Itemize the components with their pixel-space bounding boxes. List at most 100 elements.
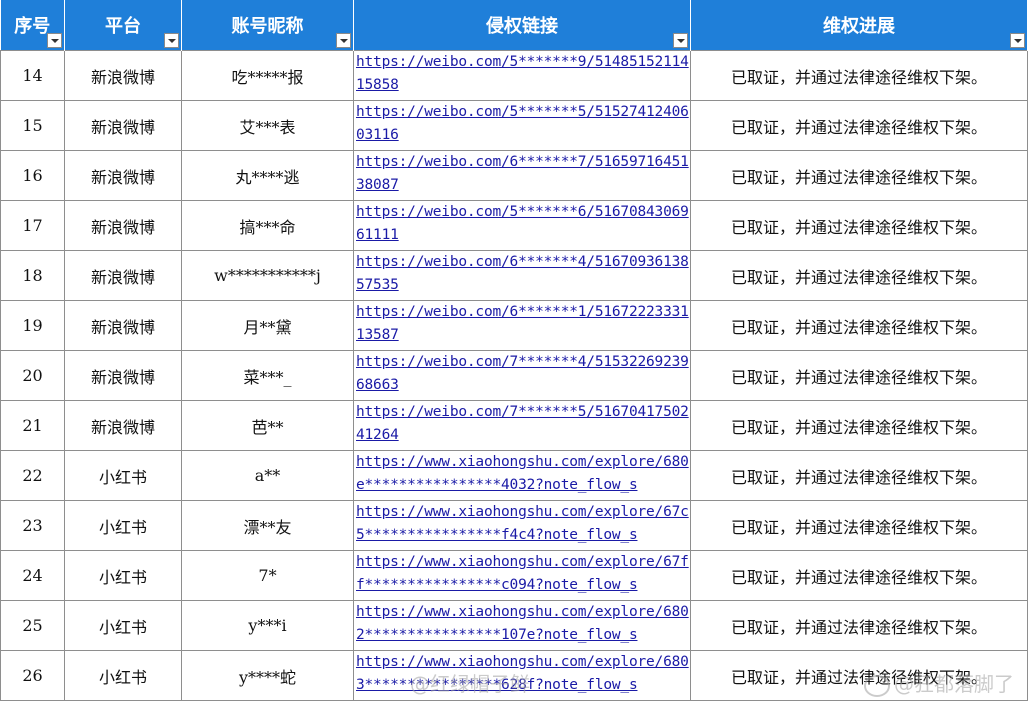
cell-platform[interactable]: 新浪微博 [64, 50, 182, 101]
infringement-table: 序号 平台 账号昵称 侵权链接 维权进展 14 新浪微博 吃*****报 https:… [0, 0, 1028, 701]
cell-status[interactable]: 已取证，并通过法律途径维权下架。 [690, 250, 1028, 301]
cell-link[interactable]: https://www.xiaohongshu.com/explore/680e… [353, 450, 691, 501]
infringement-link[interactable]: https://www.xiaohongshu.com/explore/6803… [356, 654, 689, 693]
cell-no[interactable]: 20 [0, 350, 65, 401]
filter-dropdown-icon[interactable] [1010, 33, 1025, 48]
infringement-link[interactable]: https://weibo.com/5*******6/516708430696… [356, 204, 689, 243]
cell-nickname[interactable]: 搞***命 [181, 200, 354, 251]
filter-dropdown-icon[interactable] [164, 33, 179, 48]
table-row: 25 小红书 y***i https://www.xiaohongshu.com/ex… [0, 600, 1028, 651]
cell-link[interactable]: https://www.xiaohongshu.com/explore/6803… [353, 650, 691, 701]
cell-no[interactable]: 18 [0, 250, 65, 301]
infringement-link[interactable]: https://weibo.com/7*******5/516704175024… [356, 404, 689, 443]
infringement-link[interactable]: https://www.xiaohongshu.com/explore/6802… [356, 604, 689, 643]
cell-no[interactable]: 15 [0, 100, 65, 151]
cell-link[interactable]: https://weibo.com/5*******5/515274124060… [353, 100, 691, 151]
cell-no[interactable]: 17 [0, 200, 65, 251]
cell-nickname[interactable]: 菜***_ [181, 350, 354, 401]
cell-status[interactable]: 已取证，并通过法律途径维权下架。 [690, 200, 1028, 251]
filter-dropdown-icon[interactable] [336, 33, 351, 48]
cell-nickname[interactable]: 月**黛 [181, 300, 354, 351]
header-status-label: 维权进展 [823, 16, 895, 37]
cell-no[interactable]: 21 [0, 400, 65, 451]
cell-nickname[interactable]: 艾***表 [181, 100, 354, 151]
cell-no[interactable]: 24 [0, 550, 65, 601]
cell-nickname[interactable]: 漂**友 [181, 500, 354, 551]
cell-link[interactable]: https://weibo.com/5*******9/514851521141… [353, 50, 691, 101]
cell-link[interactable]: https://weibo.com/5*******6/516708430696… [353, 200, 691, 251]
cell-nickname[interactable]: y***i [181, 600, 354, 651]
cell-link[interactable]: https://weibo.com/6*******4/516709361385… [353, 250, 691, 301]
table-row: 26 小红书 y****蛇 https://www.xiaohongshu.com/e… [0, 650, 1028, 701]
infringement-link[interactable]: https://www.xiaohongshu.com/explore/67ff… [356, 554, 689, 593]
cell-no[interactable]: 14 [0, 50, 65, 101]
header-row: 序号 平台 账号昵称 侵权链接 维权进展 [0, 0, 1028, 51]
cell-platform[interactable]: 小红书 [64, 500, 182, 551]
cell-link[interactable]: https://www.xiaohongshu.com/explore/67c5… [353, 500, 691, 551]
cell-status[interactable]: 已取证，并通过法律途径维权下架。 [690, 350, 1028, 401]
cell-no[interactable]: 22 [0, 450, 65, 501]
cell-link[interactable]: https://www.xiaohongshu.com/explore/67ff… [353, 550, 691, 601]
cell-status[interactable]: 已取证，并通过法律途径维权下架。 [690, 600, 1028, 651]
cell-platform[interactable]: 新浪微博 [64, 250, 182, 301]
cell-no[interactable]: 19 [0, 300, 65, 351]
cell-platform[interactable]: 新浪微博 [64, 300, 182, 351]
cell-platform[interactable]: 新浪微博 [64, 400, 182, 451]
table-row: 15 新浪微博 艾***表 https://weibo.com/5*******5/5… [0, 100, 1028, 151]
cell-status[interactable]: 已取证，并通过法律途径维权下架。 [690, 450, 1028, 501]
header-link-label: 侵权链接 [486, 16, 558, 37]
cell-nickname[interactable]: a** [181, 450, 354, 501]
cell-nickname[interactable]: 芭** [181, 400, 354, 451]
cell-status[interactable]: 已取证，并通过法律途径维权下架。 [690, 100, 1028, 151]
cell-status[interactable]: 已取证，并通过法律途径维权下架。 [690, 500, 1028, 551]
table-row: 22 小红书 a** https://www.xiaohongshu.com/expl… [0, 450, 1028, 501]
cell-link[interactable]: https://weibo.com/6*******7/516597164513… [353, 150, 691, 201]
infringement-link[interactable]: https://weibo.com/5*******9/514851521141… [356, 54, 689, 93]
cell-platform[interactable]: 新浪微博 [64, 100, 182, 151]
table-row: 14 新浪微博 吃*****报 https://weibo.com/5*******9… [0, 50, 1028, 101]
cell-link[interactable]: https://weibo.com/7*******5/516704175024… [353, 400, 691, 451]
cell-status[interactable]: 已取证，并通过法律途径维权下架。 [690, 150, 1028, 201]
cell-status[interactable]: 已取证，并通过法律途径维权下架。 [690, 650, 1028, 701]
cell-platform[interactable]: 新浪微博 [64, 350, 182, 401]
infringement-link[interactable]: https://weibo.com/5*******5/515274124060… [356, 104, 689, 143]
cell-status[interactable]: 已取证，并通过法律途径维权下架。 [690, 300, 1028, 351]
cell-link[interactable]: https://weibo.com/7*******4/515322692396… [353, 350, 691, 401]
infringement-link[interactable]: https://weibo.com/6*******7/516597164513… [356, 154, 689, 193]
table-row: 24 小红书 7* https://www.xiaohongshu.com/explo… [0, 550, 1028, 601]
cell-nickname[interactable]: 吃*****报 [181, 50, 354, 101]
cell-no[interactable]: 16 [0, 150, 65, 201]
table-row: 21 新浪微博 芭** https://weibo.com/7*******5/516… [0, 400, 1028, 451]
header-platform-label: 平台 [105, 16, 141, 37]
infringement-link[interactable]: https://www.xiaohongshu.com/explore/680e… [356, 454, 689, 493]
table-row: 20 新浪微博 菜***_ https://weibo.com/7*******4/5… [0, 350, 1028, 401]
infringement-link[interactable]: https://weibo.com/6*******1/516722233311… [356, 304, 689, 343]
infringement-link[interactable]: https://www.xiaohongshu.com/explore/67c5… [356, 504, 689, 543]
cell-platform[interactable]: 小红书 [64, 450, 182, 501]
infringement-link[interactable]: https://weibo.com/6*******4/516709361385… [356, 254, 689, 293]
table-row: 23 小红书 漂**友 https://www.xiaohongshu.com/exp… [0, 500, 1028, 551]
cell-nickname[interactable]: y****蛇 [181, 650, 354, 701]
cell-link[interactable]: https://weibo.com/6*******1/516722233311… [353, 300, 691, 351]
cell-nickname[interactable]: w***********j [181, 250, 354, 301]
cell-platform[interactable]: 新浪微博 [64, 150, 182, 201]
cell-platform[interactable]: 小红书 [64, 550, 182, 601]
cell-status[interactable]: 已取证，并通过法律途径维权下架。 [690, 50, 1028, 101]
header-status: 维权进展 [690, 0, 1028, 51]
filter-dropdown-icon[interactable] [673, 33, 688, 48]
cell-no[interactable]: 25 [0, 600, 65, 651]
cell-platform[interactable]: 小红书 [64, 600, 182, 651]
cell-nickname[interactable]: 7* [181, 550, 354, 601]
table-row: 16 新浪微博 丸****逃 https://weibo.com/6*******7/… [0, 150, 1028, 201]
cell-platform[interactable]: 小红书 [64, 650, 182, 701]
cell-no[interactable]: 26 [0, 650, 65, 701]
cell-link[interactable]: https://www.xiaohongshu.com/explore/6802… [353, 600, 691, 651]
infringement-link[interactable]: https://weibo.com/7*******4/515322692396… [356, 354, 689, 393]
cell-status[interactable]: 已取证，并通过法律途径维权下架。 [690, 400, 1028, 451]
cell-status[interactable]: 已取证，并通过法律途径维权下架。 [690, 550, 1028, 601]
cell-no[interactable]: 23 [0, 500, 65, 551]
cell-platform[interactable]: 新浪微博 [64, 200, 182, 251]
cell-nickname[interactable]: 丸****逃 [181, 150, 354, 201]
header-no: 序号 [0, 0, 65, 51]
filter-dropdown-icon[interactable] [47, 33, 62, 48]
